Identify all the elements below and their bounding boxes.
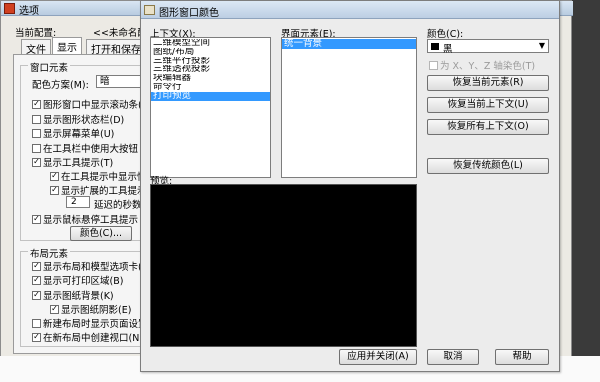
interface-element-listbox[interactable]: 统一背景 bbox=[281, 37, 417, 178]
checkbox-label: 显示屏幕菜单(U) bbox=[43, 129, 115, 140]
delay-label: 延迟的秒数 bbox=[94, 200, 142, 211]
paper-background-checkbox-row[interactable]: ✓ 显示图纸背景(K) bbox=[32, 288, 114, 302]
context-list-item[interactable]: 打印预览 bbox=[151, 91, 270, 101]
drawing-window-colors-dialog: 图形窗口颜色 上下文(X): 二维模型空间 图纸/布局 三维平行投影 三维透视投影 块编… bbox=[140, 0, 560, 372]
context-list-item[interactable]: 命令行 bbox=[151, 83, 270, 92]
tab-open-save[interactable]: 打开和保存 bbox=[86, 39, 146, 56]
chevron-down-icon: ▼ bbox=[538, 41, 545, 50]
checkbox[interactable]: ✓ bbox=[32, 261, 41, 271]
paper-shadow-checkbox-row[interactable]: ✓ 显示图纸阴影(E) bbox=[50, 302, 131, 316]
extended-tooltip-checkbox-row[interactable]: ✓ 显示扩展的工具提示 bbox=[50, 183, 147, 197]
help-button[interactable]: 帮助 bbox=[495, 349, 549, 365]
app-icon bbox=[4, 3, 15, 14]
restore-classic-colors-button[interactable]: 恢复传统颜色(L) bbox=[427, 158, 549, 174]
checkbox[interactable]: ✓ bbox=[50, 304, 59, 314]
color-select[interactable]: 黑 ▼ bbox=[427, 39, 549, 55]
rollover-checkbox-row[interactable]: ✓ 显示鼠标悬停工具提示 bbox=[32, 212, 138, 226]
context-list-item[interactable]: 三维透视投影 bbox=[151, 65, 270, 74]
checkbox-label: 显示鼠标悬停工具提示 bbox=[43, 215, 139, 226]
layout-elements-title: 布局元素 bbox=[28, 246, 71, 260]
context-list-item[interactable]: 图纸/布局 bbox=[151, 48, 270, 57]
context-list-item[interactable]: 二维模型空间 bbox=[151, 39, 270, 48]
context-list-item[interactable]: 块编辑器 bbox=[151, 74, 270, 83]
scrollbar-checkbox-row[interactable]: ✓ 图形窗口中显示滚动条( bbox=[32, 97, 142, 111]
checkbox-label: 为 X、Y、Z 轴染色(T) bbox=[440, 61, 536, 72]
checkbox[interactable]: ✓ bbox=[32, 275, 41, 285]
dialog-titlebar: 图形窗口颜色 bbox=[141, 1, 559, 19]
checkbox-label: 显示扩展的工具提示 bbox=[61, 186, 147, 197]
checkbox-label: 在工具栏中使用大按钮 bbox=[43, 144, 139, 155]
cancel-button[interactable]: 取消 bbox=[427, 349, 479, 365]
delay-input[interactable]: 2 bbox=[66, 196, 90, 208]
checkbox[interactable]: ✓ bbox=[50, 185, 59, 195]
checkbox[interactable]: ✓ bbox=[32, 157, 41, 167]
checkbox[interactable]: ✓ bbox=[50, 171, 59, 181]
screen-menu-checkbox-row[interactable]: 显示屏幕菜单(U) bbox=[32, 126, 114, 140]
tab-display[interactable]: 显示 bbox=[52, 37, 82, 54]
checkbox[interactable] bbox=[429, 60, 438, 70]
checkbox-label: 在工具提示中显示快 bbox=[61, 172, 147, 183]
checkbox-label: 显示工具提示(T) bbox=[43, 158, 114, 169]
preview-pane bbox=[150, 184, 417, 347]
checkbox[interactable]: ✓ bbox=[32, 332, 41, 342]
checkbox-label: 显示布局和模型选项卡( bbox=[43, 262, 142, 273]
options-title: 选项 bbox=[19, 6, 39, 17]
checkbox[interactable] bbox=[32, 128, 41, 138]
checkbox[interactable]: ✓ bbox=[32, 290, 41, 300]
checkbox-label: 显示图纸阴影(E) bbox=[61, 305, 132, 316]
create-viewport-checkbox-row[interactable]: ✓ 在新布局中创建视口(N) bbox=[32, 330, 143, 344]
color-scheme-select[interactable]: 暗 bbox=[96, 75, 142, 88]
color-scheme-label: 配色方案(M): bbox=[32, 80, 89, 91]
restore-current-element-button[interactable]: 恢复当前元素(R) bbox=[427, 75, 549, 91]
context-list-item[interactable]: 三维平行投影 bbox=[151, 57, 270, 66]
dialog-title: 图形窗口颜色 bbox=[159, 8, 219, 19]
status-bar-checkbox-row[interactable]: 显示图形状态栏(D) bbox=[32, 112, 124, 126]
checkbox-label: 显示图形状态栏(D) bbox=[43, 115, 125, 126]
large-buttons-checkbox-row[interactable]: 在工具栏中使用大按钮 bbox=[32, 141, 138, 155]
color-swatch bbox=[431, 43, 439, 50]
layout-tabs-checkbox-row[interactable]: ✓ 显示布局和模型选项卡( bbox=[32, 259, 142, 273]
restore-current-context-button[interactable]: 恢复当前上下文(U) bbox=[427, 97, 549, 113]
checkbox-label: 图形窗口中显示滚动条( bbox=[43, 100, 142, 111]
display-tab-pane: 窗口元素 配色方案(M): 暗 ✓ 图形窗口中显示滚动条( 显示图形状态栏(D) … bbox=[13, 54, 148, 354]
restore-all-contexts-button[interactable]: 恢复所有上下文(O) bbox=[427, 119, 549, 135]
checkbox[interactable]: ✓ bbox=[32, 214, 41, 224]
tooltip-shortcut-checkbox-row[interactable]: ✓ 在工具提示中显示快 bbox=[50, 169, 147, 183]
checkbox[interactable] bbox=[32, 114, 41, 124]
checkbox[interactable] bbox=[32, 143, 41, 153]
current-profile-label: 当前配置: bbox=[15, 28, 57, 39]
colors-button[interactable]: 颜色(C)... bbox=[70, 226, 132, 241]
color-value: 黑 bbox=[443, 44, 453, 55]
color-label: 颜色(C): bbox=[427, 29, 464, 40]
checkbox-label: 新建布局时显示页面设置 bbox=[43, 319, 148, 330]
checkbox-label: 在新布局中创建视口(N) bbox=[43, 333, 144, 344]
tooltips-checkbox-row[interactable]: ✓ 显示工具提示(T) bbox=[32, 155, 113, 169]
apply-close-button[interactable]: 应用并关闭(A) bbox=[339, 349, 417, 365]
tab-files[interactable]: 文件 bbox=[21, 39, 51, 56]
element-list-item[interactable]: 统一背景 bbox=[282, 39, 416, 49]
checkbox[interactable]: ✓ bbox=[32, 99, 41, 109]
context-listbox[interactable]: 二维模型空间 图纸/布局 三维平行投影 三维透视投影 块编辑器 命令行 打印预览 bbox=[150, 37, 271, 178]
tint-axes-checkbox-row[interactable]: 为 X、Y、Z 轴染色(T) bbox=[429, 58, 535, 72]
checkbox-label: 显示图纸背景(K) bbox=[43, 291, 114, 302]
page-setup-checkbox-row[interactable]: 新建布局时显示页面设置 bbox=[32, 316, 148, 330]
window-elements-title: 窗口元素 bbox=[28, 60, 71, 74]
printable-area-checkbox-row[interactable]: ✓ 显示可打印区域(B) bbox=[32, 273, 123, 287]
checkbox-label: 显示可打印区域(B) bbox=[43, 276, 124, 287]
checkbox[interactable] bbox=[32, 318, 41, 328]
dialog-icon bbox=[144, 5, 155, 15]
